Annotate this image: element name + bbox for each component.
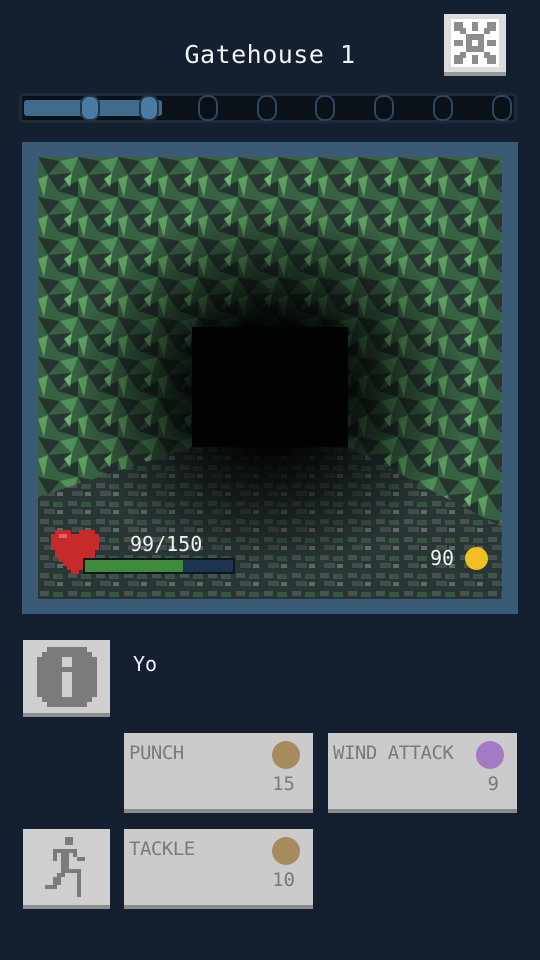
- coin-icon: [465, 547, 488, 570]
- skill-name: TACKLE: [129, 838, 195, 860]
- progress-node: [80, 95, 100, 121]
- running-figure-icon: [44, 837, 85, 897]
- skill-orb-icon: [272, 741, 300, 769]
- hp-text: 99/150: [130, 532, 203, 556]
- dungeon-corridor-view: [38, 157, 502, 599]
- info-icon: [36, 646, 97, 707]
- settings-button[interactable]: [444, 14, 506, 76]
- progress-node: [138, 95, 159, 121]
- progress-node: [492, 95, 512, 121]
- flee-button[interactable]: [23, 829, 110, 909]
- skill-cost: 9: [487, 773, 499, 795]
- skill-name: WIND ATTACK: [333, 742, 454, 764]
- skill-orb-icon: [476, 741, 504, 769]
- progress-node: [256, 95, 277, 121]
- skill-button-wind-attack[interactable]: WIND ATTACK 9: [328, 733, 517, 813]
- dungeon-progress-bar: [19, 93, 517, 123]
- skill-cost: 15: [272, 773, 295, 795]
- progress-node: [315, 95, 336, 121]
- hp-bar: [83, 558, 235, 574]
- gold-count: 90: [430, 546, 455, 570]
- skill-button-tackle[interactable]: TACKLE 10: [124, 829, 313, 909]
- skill-cost: 10: [272, 869, 295, 891]
- hp-bar-fill: [85, 560, 183, 572]
- gear-icon: [451, 19, 499, 67]
- skill-button-punch[interactable]: PUNCH 15: [124, 733, 313, 813]
- info-button[interactable]: [23, 640, 110, 717]
- progress-node: [374, 95, 395, 121]
- progress-node: [197, 95, 218, 121]
- combat-message: Yo: [133, 652, 158, 676]
- progress-node: [433, 95, 454, 121]
- skill-orb-icon: [272, 837, 300, 865]
- skill-name: PUNCH: [129, 742, 184, 764]
